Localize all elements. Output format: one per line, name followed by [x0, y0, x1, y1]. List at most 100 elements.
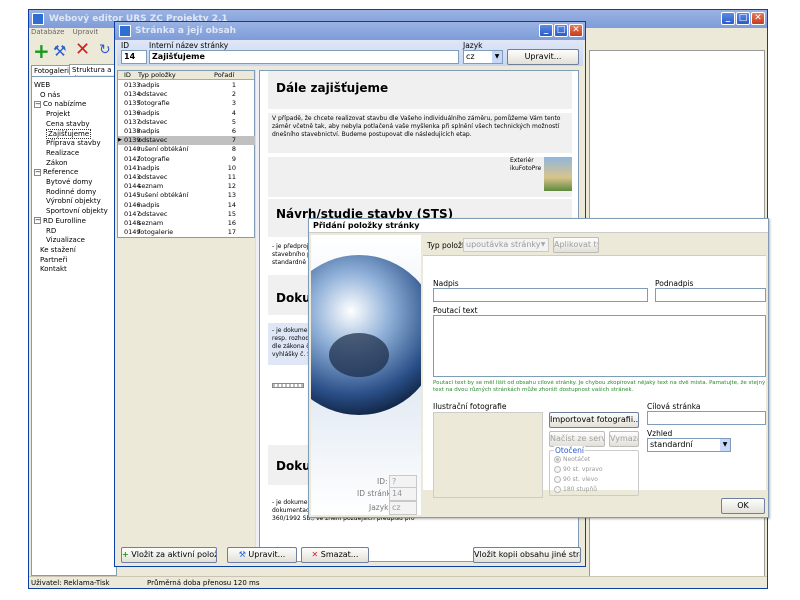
look-chevron-icon[interactable]: ▼	[720, 439, 730, 451]
rotation-option-3[interactable]: 180 stupňů	[554, 486, 597, 493]
crop-button[interactable]: Vymazat...	[609, 431, 639, 447]
tree-item[interactable]: Zajišťujeme	[46, 128, 92, 139]
rotation-option-1[interactable]: 90 st. vpravo	[554, 466, 603, 473]
close-icon[interactable]: ✕	[751, 12, 765, 25]
tree-item[interactable]: Rodinné domy	[46, 188, 96, 196]
apply-type-button[interactable]: Aplikovat typ	[553, 237, 599, 253]
page-lang-label: Jazyk	[463, 41, 483, 50]
page-edit-button[interactable]: Upravit...	[507, 49, 579, 65]
list-item[interactable]: 0134 odstavec 2	[118, 90, 256, 99]
list-item[interactable]: 0148 seznam 16	[118, 219, 256, 228]
tree-item[interactable]: Kontakt	[40, 265, 67, 273]
list-item-type: odstavec	[138, 117, 168, 126]
dialog-form: Typ položky upoutávka stránky ▼ Aplikova…	[423, 235, 766, 498]
list-item[interactable]: 0149 fotogalerie 17	[118, 228, 256, 237]
rotation-option-0[interactable]: Neotáčet	[554, 456, 590, 463]
list-item[interactable]: 0140 rušení obtékání 8	[118, 145, 256, 154]
tree-item[interactable]: − Co nabízíme	[34, 100, 86, 108]
minimize-icon[interactable]: _	[721, 12, 735, 25]
list-item-order: 15	[227, 209, 236, 218]
ok-button[interactable]: OK	[721, 498, 765, 514]
tree-item[interactable]: Příprava stavby	[46, 139, 101, 147]
tree-item[interactable]: Cena stavby	[46, 120, 90, 128]
page-scrollbar[interactable]	[255, 70, 259, 562]
tree-item[interactable]: Realizace	[46, 149, 79, 157]
delete-icon[interactable]: ✕	[75, 40, 90, 60]
tree-item[interactable]: Sportovní objekty	[46, 207, 108, 215]
tree-item[interactable]: Vizualizace	[46, 236, 85, 244]
copy-content-button[interactable]: Vložit kopii obsahu jiné stránky...	[473, 547, 581, 563]
tree-item[interactable]: − Reference	[34, 168, 78, 176]
tree-item[interactable]: Projekt	[46, 110, 70, 118]
header-id[interactable]: ID	[124, 71, 131, 80]
refresh-icon[interactable]: ↻	[99, 42, 111, 58]
list-item-type: rušení obtékání	[138, 191, 189, 200]
delete-item-button[interactable]: ✕ Smazat...	[301, 547, 369, 563]
list-item[interactable]: ▶ 0139 odstavec 7	[118, 136, 256, 145]
heading-field[interactable]	[433, 288, 648, 302]
target-field[interactable]	[647, 411, 766, 425]
tree-item[interactable]: O nás	[40, 91, 60, 99]
hint-text: Poutací text by se měl lišit od obsahu c…	[433, 380, 766, 393]
maximize-icon[interactable]: □	[736, 12, 750, 25]
list-item[interactable]: 0146 nadpis 14	[118, 201, 256, 210]
collapse-icon[interactable]: −	[34, 168, 41, 176]
page-id-field[interactable]: 14	[121, 50, 147, 64]
tree-item[interactable]: Bytové domy	[46, 178, 92, 186]
menu-databaze[interactable]: Databáze	[31, 28, 64, 36]
list-item-order: 6	[231, 127, 236, 135]
tree-item[interactable]: Partneři	[40, 256, 67, 264]
load-server-button[interactable]: Načíst ze serveru	[549, 431, 605, 447]
dialog-titlebar[interactable]: Přidání položky stránky	[309, 219, 768, 233]
list-item[interactable]: 0136 nadpis 4	[118, 109, 256, 118]
rotation-group: Otočení Neotáčet 90 st. vpravo 90 st. vl…	[549, 446, 639, 496]
list-item-order: 4	[231, 108, 236, 117]
page-window-titlebar[interactable]: Stránka a její obsah _ □ ✕	[115, 22, 585, 40]
list-item[interactable]: 0143 odstavec 11	[118, 173, 256, 182]
tree-item[interactable]: − RD Eurolline	[34, 217, 86, 225]
tree-item[interactable]: Zákon	[46, 159, 68, 167]
tree-item[interactable]: RD	[46, 227, 56, 235]
subheading-field[interactable]	[655, 288, 766, 302]
tree-item[interactable]: Výrobní objekty	[46, 197, 101, 205]
page-name-field[interactable]: Zajišťujeme	[149, 50, 459, 64]
wrench-icon[interactable]: ⚒	[53, 43, 66, 59]
tree-item[interactable]: Ke stažení	[40, 246, 76, 254]
page-minimize-icon[interactable]: _	[539, 24, 553, 37]
text-area[interactable]	[433, 315, 766, 377]
header-type[interactable]: Typ položky	[138, 71, 176, 80]
list-item[interactable]: 0137 odstavec 5	[118, 118, 256, 127]
rotation-option-2[interactable]: 90 st. vlevo	[554, 476, 598, 483]
list-item[interactable]: 0135 fotografie 3	[118, 99, 256, 108]
header-order[interactable]: Pořadí	[214, 71, 234, 80]
page-lang-select[interactable]: cz ▼	[463, 50, 503, 64]
page-maximize-icon[interactable]: □	[554, 24, 568, 37]
list-item[interactable]: 0144 seznam 12	[118, 182, 256, 191]
type-select[interactable]: upoutávka stránky ▼	[463, 238, 549, 252]
list-item[interactable]: 0141 nadpis 10	[118, 164, 256, 173]
page-close-icon[interactable]: ✕	[569, 24, 583, 37]
collapse-icon[interactable]: −	[34, 217, 41, 225]
list-item[interactable]: 0147 odstavec 15	[118, 210, 256, 219]
list-item[interactable]: 0145 rušení obtékání 13	[118, 191, 256, 200]
edit-item-button[interactable]: ⚒ Upravit...	[227, 547, 297, 563]
insert-item-button[interactable]: + Vložit za aktivní položku...	[121, 547, 217, 563]
add-icon[interactable]: +	[33, 41, 50, 61]
list-item[interactable]: 0142 fotografie 9	[118, 155, 256, 164]
tree-item-label: Zajišťujeme	[46, 128, 92, 139]
tree-item[interactable]: WEB	[34, 81, 50, 89]
preview-paragraph-1: V případě, že chcete realizovat stavbu d…	[272, 115, 561, 138]
list-item[interactable]: 0138 nadpis 6	[118, 127, 256, 136]
dialog-id-label: ID:	[377, 477, 388, 486]
radio-icon	[554, 456, 561, 463]
look-select[interactable]: standardní ▼	[647, 438, 731, 452]
dialog-title: Přidání položky stránky	[313, 221, 420, 230]
collapse-icon[interactable]: −	[34, 100, 41, 108]
menu-upravit[interactable]: Upravit	[73, 28, 99, 36]
chevron-down-icon[interactable]: ▼	[492, 51, 502, 63]
list-item[interactable]: 0133 nadpis 1	[118, 81, 256, 90]
type-chevron-icon[interactable]: ▼	[538, 239, 548, 251]
list-item-order: 11	[227, 173, 236, 181]
target-label: Cílová stránka	[647, 402, 701, 411]
import-photo-button[interactable]: Importovat fotografii...	[549, 412, 639, 428]
